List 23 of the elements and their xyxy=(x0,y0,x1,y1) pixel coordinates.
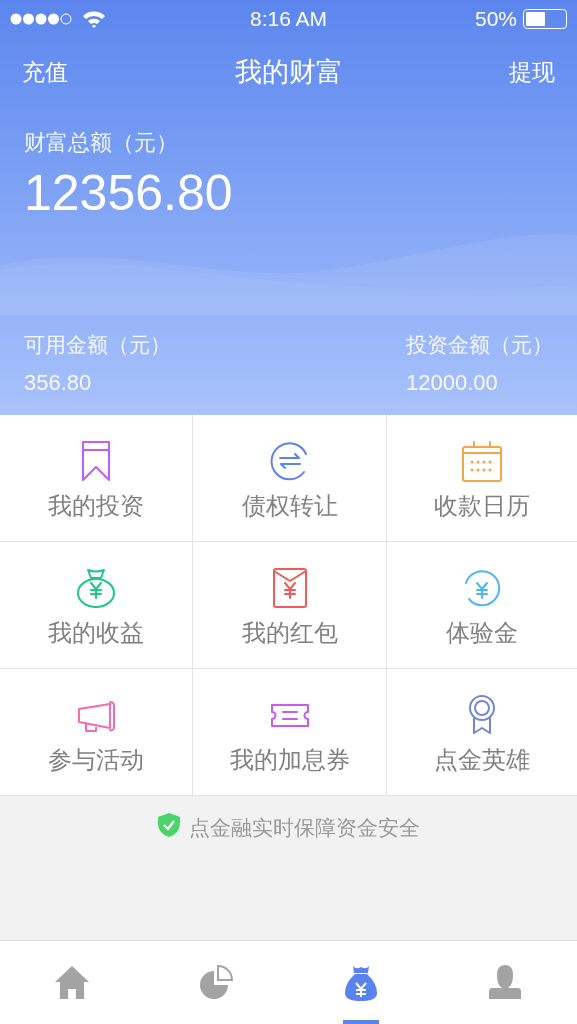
menu-tile[interactable]: 收款日历 xyxy=(387,415,577,542)
battery-icon xyxy=(523,9,567,29)
total-label: 财富总额（元） xyxy=(24,129,178,157)
menu-tile[interactable]: 我的收益 xyxy=(0,542,193,669)
menu-tile[interactable]: 我的红包 xyxy=(193,542,387,669)
menu-tile[interactable]: 债权转让 xyxy=(193,415,387,542)
page-title: 我的财富 xyxy=(234,55,343,89)
amount-value: 12000.00 xyxy=(406,369,498,397)
status-time: 8:16 AM xyxy=(249,6,328,33)
battery-percentage: 50% xyxy=(474,6,517,33)
withdraw-link[interactable]: 提现 xyxy=(509,54,555,90)
amount-value: 356.80 xyxy=(24,369,92,397)
shield-check-icon xyxy=(157,812,181,838)
top-up-link[interactable]: 充值 xyxy=(22,54,68,90)
amount-label: 可用金额（元） xyxy=(24,331,171,358)
menu-tile[interactable]: 体验金 xyxy=(387,542,577,669)
menu-tile[interactable]: 我的投资 xyxy=(0,415,193,542)
signal-icon xyxy=(10,13,72,25)
total-amount: 12356.80 xyxy=(24,164,233,223)
amount-label: 投资金额（元） xyxy=(406,331,553,358)
tab-indicator xyxy=(342,1020,379,1024)
security-note: 点金融实时保障资金安全 xyxy=(189,815,420,841)
wifi-icon xyxy=(82,10,106,28)
